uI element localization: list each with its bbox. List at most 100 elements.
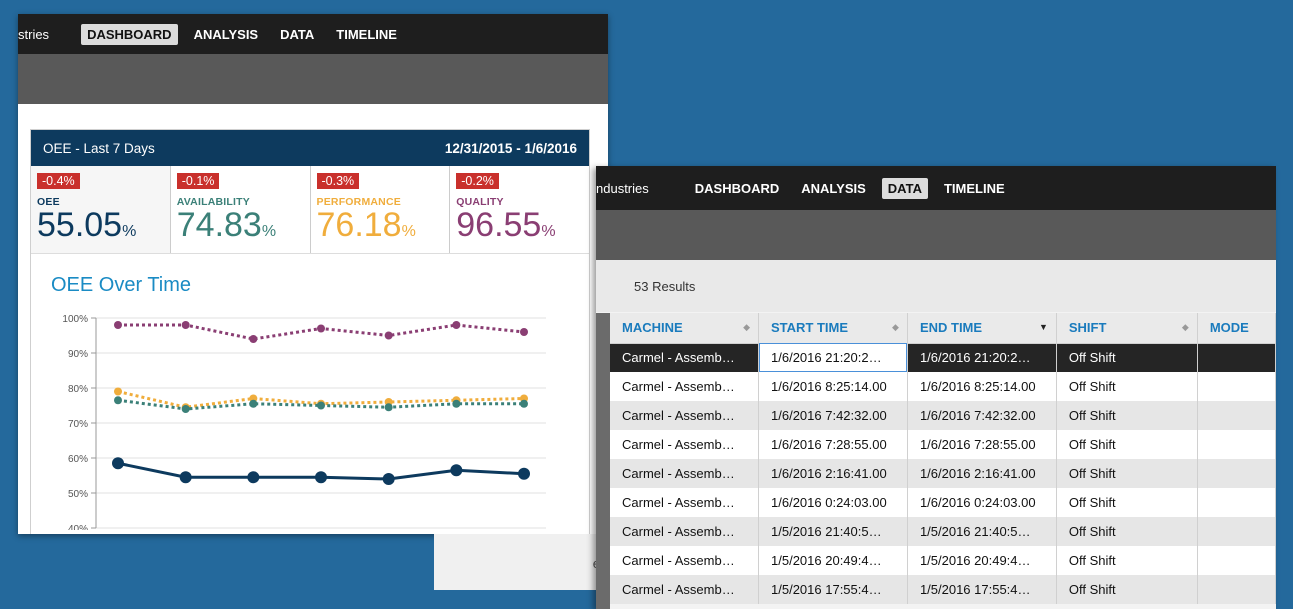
table-row[interactable]: Carmel - Assemb… 1/6/2016 21:20:2… 1/6/201… bbox=[610, 343, 1276, 372]
table-row[interactable]: Carmel - Assemb… 1/6/2016 7:28:55.00 1/6/2… bbox=[610, 430, 1276, 459]
table-cell[interactable]: 1/6/2016 7:42:32.00 bbox=[758, 401, 908, 430]
sort-icon[interactable]: ◆ bbox=[1182, 322, 1189, 333]
table-cell[interactable]: 1/5/2016 21:40:5… bbox=[758, 517, 908, 546]
metric-availability[interactable]: -0.1% AVAILABILITY 74.83% bbox=[171, 166, 311, 253]
table-cell[interactable]: 1/5/2016 17:55:4… bbox=[758, 575, 908, 604]
table-cell[interactable]: 1/6/2016 8:25:14.00 bbox=[758, 372, 908, 401]
data-point bbox=[450, 464, 463, 477]
col-header-machine[interactable]: MACHINE ◆ bbox=[610, 313, 760, 344]
table-cell[interactable]: Off Shift bbox=[1056, 488, 1198, 517]
col-header-start-time[interactable]: START TIME ◆ bbox=[758, 313, 908, 344]
nav-dashboard[interactable]: DASHBOARD bbox=[689, 178, 786, 199]
data-point bbox=[112, 457, 124, 470]
sort-icon[interactable]: ◆ bbox=[892, 322, 899, 333]
nav-data[interactable]: DATA bbox=[881, 177, 928, 199]
y-tick-label: 60% bbox=[68, 454, 88, 465]
sort-desc-icon[interactable]: ▼ bbox=[1039, 322, 1048, 332]
table-cell[interactable]: 1/5/2016 20:49:4… bbox=[758, 546, 908, 575]
data-point bbox=[181, 405, 190, 413]
table-cell[interactable]: Carmel - Assemb… bbox=[610, 488, 760, 517]
dashboard-window: stries DASHBOARD ANALYSIS DATA TIMELINE … bbox=[18, 14, 608, 534]
table-cell[interactable]: 1/6/2016 2:16:41.00 bbox=[907, 459, 1057, 488]
table-row[interactable]: Carmel - Assemb… 1/6/2016 7:42:32.00 1/6/2… bbox=[610, 401, 1276, 430]
table-cell[interactable]: Off Shift bbox=[1056, 372, 1198, 401]
metric-performance[interactable]: -0.3% PERFORMANCE 76.18% bbox=[311, 166, 451, 253]
y-tick-label: 80% bbox=[68, 384, 88, 395]
data-point bbox=[452, 321, 461, 329]
sort-icon[interactable]: ◆ bbox=[743, 322, 750, 333]
metric-quality[interactable]: -0.2% QUALITY 96.55% bbox=[450, 166, 589, 253]
table-row[interactable]: Carmel - Assemb… 1/5/2016 21:40:5… 1/5/201… bbox=[610, 517, 1276, 546]
nav-analysis[interactable]: ANALYSIS bbox=[188, 24, 265, 45]
table-cell[interactable]: Carmel - Assemb… bbox=[610, 546, 760, 575]
table-cell[interactable]: 1/6/2016 21:20:2… bbox=[907, 343, 1057, 372]
table-cell[interactable]: 1/6/2016 0:24:03.00 bbox=[907, 488, 1057, 517]
data-point bbox=[315, 471, 327, 484]
table-cell[interactable]: 1/6/2016 0:24:03.00 bbox=[758, 488, 908, 517]
data-point bbox=[249, 399, 258, 408]
data-point bbox=[179, 471, 192, 484]
table-row[interactable]: Carmel - Assemb… 1/5/2016 20:49:4… 1/5/201… bbox=[610, 546, 1276, 575]
col-header-end-time[interactable]: END TIME ▼ bbox=[907, 313, 1057, 344]
metric-oee[interactable]: -0.4% OEE 55.05% bbox=[31, 166, 171, 253]
table-cell[interactable]: Carmel - Assemb… bbox=[610, 430, 760, 459]
table-cell[interactable] bbox=[1197, 372, 1276, 401]
table-row[interactable]: Carmel - Assemb… 1/5/2016 17:55:4… 1/5/201… bbox=[610, 575, 1276, 604]
table-cell[interactable]: Off Shift bbox=[1056, 575, 1198, 604]
nav-analysis[interactable]: ANALYSIS bbox=[795, 178, 872, 199]
brand-name[interactable]: ndustries bbox=[596, 181, 649, 196]
table-cell[interactable]: Off Shift bbox=[1056, 459, 1198, 488]
panel-title: OEE - Last 7 Days bbox=[43, 140, 155, 156]
data-point bbox=[249, 335, 258, 343]
table-cell[interactable]: Off Shift bbox=[1056, 546, 1198, 575]
top-navbar: stries DASHBOARD ANALYSIS DATA TIMELINE bbox=[18, 14, 608, 54]
table-cell[interactable]: Carmel - Assemb… bbox=[610, 459, 760, 488]
col-header-mode[interactable]: MODE bbox=[1197, 313, 1276, 344]
data-point bbox=[384, 403, 393, 412]
table-cell[interactable]: 1/6/2016 21:20:2… bbox=[758, 343, 908, 372]
table-cell[interactable]: Carmel - Assemb… bbox=[610, 343, 760, 372]
table-cell[interactable] bbox=[1197, 343, 1276, 372]
data-table: MACHINE ◆ START TIME ◆ END TIME ▼ SHIFT ◆ MO… bbox=[610, 313, 1276, 604]
table-cell[interactable]: 1/6/2016 7:42:32.00 bbox=[907, 401, 1057, 430]
table-cell[interactable]: Off Shift bbox=[1056, 401, 1198, 430]
table-cell[interactable]: Off Shift bbox=[1056, 430, 1198, 459]
table-cell[interactable]: 1/5/2016 17:55:4… bbox=[907, 575, 1057, 604]
table-cell[interactable]: Carmel - Assemb… bbox=[610, 575, 760, 604]
panel-header: OEE - Last 7 Days 12/31/2015 - 1/6/2016 bbox=[31, 130, 589, 166]
data-point bbox=[247, 471, 260, 484]
results-count: 53 Results bbox=[596, 260, 1276, 312]
table-cell[interactable]: 1/6/2016 8:25:14.00 bbox=[907, 372, 1057, 401]
table-cell[interactable] bbox=[1197, 401, 1276, 430]
y-tick-label: 40% bbox=[68, 524, 88, 530]
table-cell[interactable] bbox=[1197, 575, 1276, 604]
nav-dashboard[interactable]: DASHBOARD bbox=[81, 23, 178, 45]
nav-data[interactable]: DATA bbox=[274, 24, 320, 45]
table-cell[interactable]: 1/6/2016 7:28:55.00 bbox=[758, 430, 908, 459]
sub-toolbar bbox=[18, 54, 608, 104]
table-cell[interactable] bbox=[1197, 517, 1276, 546]
table-cell[interactable] bbox=[1197, 459, 1276, 488]
table-cell[interactable] bbox=[1197, 488, 1276, 517]
y-tick-label: 70% bbox=[68, 419, 88, 430]
table-cell[interactable] bbox=[1197, 546, 1276, 575]
table-row[interactable]: Carmel - Assemb… 1/6/2016 0:24:03.00 1/6/2… bbox=[610, 488, 1276, 517]
nav-timeline[interactable]: TIMELINE bbox=[330, 24, 403, 45]
col-header-shift[interactable]: SHIFT ◆ bbox=[1056, 313, 1198, 344]
table-row[interactable]: Carmel - Assemb… 1/6/2016 8:25:14.00 1/6/2… bbox=[610, 372, 1276, 401]
nav-timeline[interactable]: TIMELINE bbox=[938, 178, 1011, 199]
table-cell[interactable]: 1/6/2016 2:16:41.00 bbox=[758, 459, 908, 488]
table-cell[interactable]: 1/6/2016 7:28:55.00 bbox=[907, 430, 1057, 459]
table-row[interactable]: Carmel - Assemb… 1/6/2016 2:16:41.00 1/6/2… bbox=[610, 459, 1276, 488]
table-cell[interactable]: Carmel - Assemb… bbox=[610, 401, 760, 430]
table-cell[interactable]: Carmel - Assemb… bbox=[610, 517, 760, 546]
table-cell[interactable]: 1/5/2016 21:40:5… bbox=[907, 517, 1057, 546]
data-window: ndustries DASHBOARD ANALYSIS DATA TIMELI… bbox=[596, 166, 1276, 609]
table-cell[interactable]: Off Shift bbox=[1056, 343, 1198, 372]
table-cell[interactable] bbox=[1197, 430, 1276, 459]
table-cell[interactable]: Carmel - Assemb… bbox=[610, 372, 760, 401]
table-cell[interactable]: 1/5/2016 20:49:4… bbox=[907, 546, 1057, 575]
brand-name[interactable]: stries bbox=[18, 27, 49, 42]
date-range[interactable]: 12/31/2015 - 1/6/2016 bbox=[445, 141, 577, 156]
table-cell[interactable]: Off Shift bbox=[1056, 517, 1198, 546]
